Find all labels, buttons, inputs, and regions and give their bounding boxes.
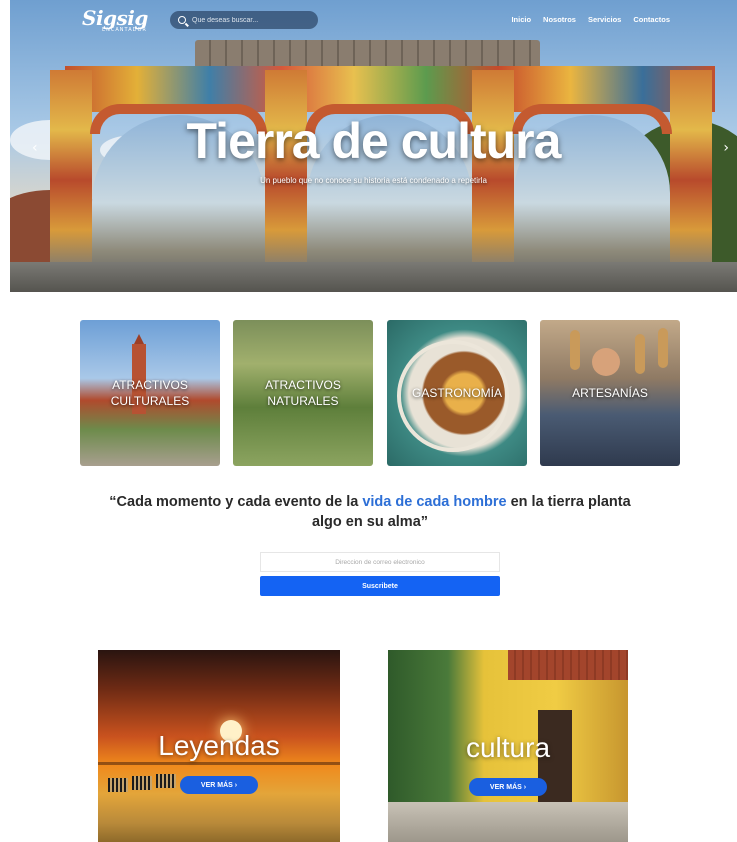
ver-mas-button[interactable]: VER MÁS › [180, 776, 258, 794]
subscribe-button[interactable]: Suscribete [260, 576, 500, 596]
search-bar[interactable] [170, 11, 318, 29]
guitar-image [658, 328, 668, 368]
artisan-image [592, 348, 620, 376]
tile-cultura[interactable]: cultura VER MÁS › [388, 650, 628, 842]
card-artesanias[interactable]: ARTESANÍAS [540, 320, 680, 466]
top-navbar: Sigsig ENCANTADOR Inicio Nosotros Servic… [10, 0, 737, 42]
tile-title: Leyendas [158, 730, 280, 761]
card-label: GASTRONOMÍA [411, 386, 502, 400]
hero-banner: Sigsig ENCANTADOR Inicio Nosotros Servic… [10, 0, 737, 292]
hero-title: Tierra de cultura [186, 113, 562, 169]
quote-part-1: “Cada momento y cada evento de la [109, 494, 363, 510]
zebra-image [108, 778, 128, 792]
category-cards: ATRACTIVOS CULTURALES ATRACTIVOS NATURAL… [80, 320, 680, 466]
ver-mas-button[interactable]: VER MÁS › [469, 778, 547, 796]
menu-item-servicios[interactable]: Servicios [588, 15, 621, 24]
zebra-image [156, 774, 176, 788]
main-menu: Inicio Nosotros Servicios Contactos [511, 15, 670, 24]
card-gastronomia[interactable]: GASTRONOMÍA [387, 320, 527, 466]
email-field[interactable] [260, 552, 500, 572]
site-logo-subtitle: ENCANTADOR [102, 27, 147, 33]
street-image [388, 802, 628, 842]
hero-subtitle: Un pueblo que no conoce su historia está… [260, 176, 487, 185]
roof-image [508, 650, 628, 680]
menu-item-contactos[interactable]: Contactos [633, 15, 670, 24]
zebra-image [132, 776, 152, 790]
quote-text: “Cada momento y cada evento de la vida d… [100, 492, 640, 532]
menu-item-inicio[interactable]: Inicio [511, 15, 531, 24]
menu-item-nosotros[interactable]: Nosotros [543, 15, 576, 24]
search-input[interactable] [192, 16, 312, 24]
tile-title: cultura [465, 732, 551, 763]
card-label: ATRACTIVOS NATURALES [265, 378, 341, 408]
card-label: ATRACTIVOS CULTURALES [110, 378, 190, 408]
guitar-image [635, 334, 645, 374]
tile-leyendas[interactable]: Leyendas VER MÁS › [98, 650, 340, 842]
search-icon[interactable] [178, 16, 186, 24]
card-atractivos-culturales[interactable]: ATRACTIVOS CULTURALES [80, 320, 220, 466]
quote-highlight: vida de cada hombre [362, 494, 507, 510]
guitar-image [570, 330, 580, 370]
card-atractivos-naturales[interactable]: ATRACTIVOS NATURALES [233, 320, 373, 466]
horizon-line [98, 762, 340, 765]
card-label: ARTESANÍAS [572, 386, 648, 400]
